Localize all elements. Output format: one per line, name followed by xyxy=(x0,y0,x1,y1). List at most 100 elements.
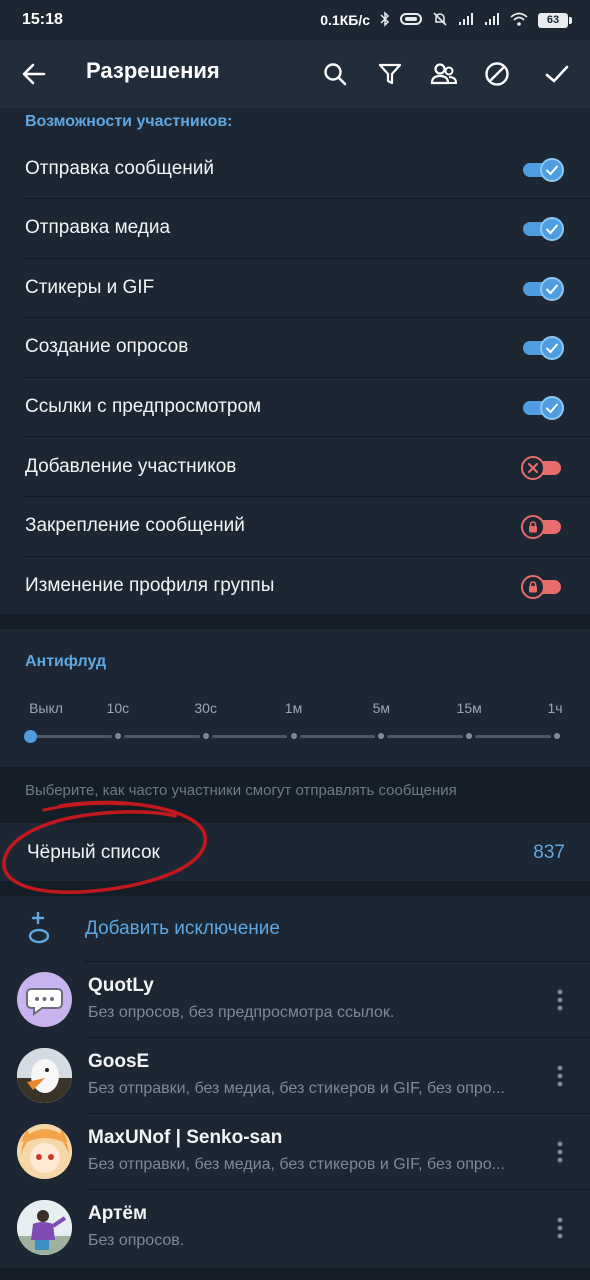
user-restrictions: Без отправки, без медиа, без стикеров и … xyxy=(88,1156,505,1173)
blacklist-label: Чёрный список xyxy=(27,842,160,863)
user-restrictions: Без отправки, без медиа, без стикеров и … xyxy=(88,1080,505,1097)
permission-label: Добавление участников xyxy=(25,455,237,477)
exception-user-row[interactable]: MaxUNof | Senko-san Без отправки, без ме… xyxy=(0,1114,590,1190)
permission-row[interactable]: Отправка медиа xyxy=(0,199,590,259)
user-name: GoosE xyxy=(88,1051,150,1072)
user-name: QuotLy xyxy=(88,975,154,996)
permission-toggle[interactable] xyxy=(521,275,565,303)
slider-tick[interactable] xyxy=(554,733,560,739)
permission-toggle[interactable] xyxy=(521,334,565,362)
permission-label: Изменение профиля группы xyxy=(25,574,275,596)
user-name: MaxUNof | Senko-san xyxy=(88,1127,283,1148)
back-arrow-icon[interactable] xyxy=(20,60,48,88)
permission-toggle[interactable] xyxy=(521,394,565,422)
exception-user-row[interactable]: Артём Без опросов. xyxy=(0,1190,590,1266)
permission-label: Отправка сообщений xyxy=(25,157,215,179)
slider-segment xyxy=(36,735,112,738)
exception-user-row[interactable]: GoosE Без отправки, без медиа, без стике… xyxy=(0,1038,590,1114)
vpn-icon xyxy=(400,12,422,29)
status-bar: 15:18 0.1КБ/с 63 xyxy=(0,0,590,40)
signal-icon-2 xyxy=(484,12,500,29)
avatar xyxy=(17,972,72,1027)
slider-option-label[interactable]: Выкл xyxy=(29,700,63,716)
permission-label: Создание опросов xyxy=(25,336,189,358)
more-options-icon[interactable] xyxy=(550,1214,570,1242)
slider-segment xyxy=(123,735,200,738)
avatar xyxy=(17,1048,72,1103)
antiflood-hint: Выберите, как часто участники смогут отп… xyxy=(25,782,457,799)
permission-toggle[interactable] xyxy=(521,513,565,541)
add-exception-label: Добавить исключение xyxy=(85,918,280,939)
bluetooth-icon xyxy=(380,10,390,30)
anime-avatar-image xyxy=(17,1124,72,1179)
permission-label: Закрепление сообщений xyxy=(25,515,245,537)
permission-row[interactable]: Добавление участников xyxy=(0,438,590,498)
checkmark-icon xyxy=(540,217,564,242)
exceptions-section: Добавить исключение QuotLy Без опросов, … xyxy=(0,896,590,1268)
user-restrictions: Без опросов. xyxy=(88,1232,185,1249)
quote-bubble-icon xyxy=(26,988,63,1016)
status-icons: 0.1КБ/с 63 xyxy=(320,10,572,30)
add-exception-button[interactable]: Добавить исключение xyxy=(0,896,590,962)
app-bar: Разрешения xyxy=(0,40,590,108)
slider-segment xyxy=(475,735,551,738)
avatar xyxy=(17,1200,72,1255)
blacklist-row[interactable]: Чёрный список 837 xyxy=(0,823,590,881)
status-time: 15:18 xyxy=(22,11,63,28)
permission-row[interactable]: Создание опросов xyxy=(0,318,590,378)
signal-icon-1 xyxy=(458,12,474,29)
more-options-icon[interactable] xyxy=(550,986,570,1014)
slider-tick[interactable] xyxy=(202,733,209,739)
blacklist-count: 837 xyxy=(533,842,565,863)
checkmark-icon xyxy=(540,395,564,420)
goose-avatar-image xyxy=(17,1048,72,1103)
permission-row[interactable]: Закрепление сообщений xyxy=(0,497,590,557)
permission-label: Стикеры и GIF xyxy=(25,276,155,298)
add-user-icon xyxy=(28,912,50,944)
slider-option-label[interactable]: 5м xyxy=(373,700,390,716)
permission-toggle[interactable] xyxy=(521,573,565,601)
slider-thumb[interactable] xyxy=(23,730,37,743)
permission-row[interactable]: Стикеры и GIF xyxy=(0,259,590,319)
permission-label: Ссылки с предпросмотром xyxy=(25,395,262,417)
avatar xyxy=(17,1124,72,1179)
lock-icon xyxy=(521,515,545,540)
checkmark-icon xyxy=(540,276,564,301)
photo-avatar-image xyxy=(17,1200,72,1255)
users-icon[interactable] xyxy=(429,60,459,88)
slider-tick[interactable] xyxy=(114,733,121,739)
slider-option-label[interactable]: 15м xyxy=(457,700,482,716)
more-options-icon[interactable] xyxy=(550,1062,570,1090)
permission-row[interactable]: Отправка сообщений xyxy=(0,140,590,200)
slider-option-label[interactable]: 1м xyxy=(285,700,302,716)
wifi-icon xyxy=(510,12,528,29)
filter-icon[interactable] xyxy=(376,60,404,88)
more-options-icon[interactable] xyxy=(550,1138,570,1166)
permission-row[interactable]: Изменение профиля группы xyxy=(0,557,590,617)
exception-user-row[interactable]: QuotLy Без опросов, без предпросмотра сс… xyxy=(0,962,590,1038)
slider-segment xyxy=(387,735,464,738)
checkmark-icon xyxy=(540,336,564,361)
check-icon[interactable] xyxy=(543,60,571,88)
permissions-header: Возможности участников: xyxy=(25,113,233,130)
muted-bell-icon xyxy=(432,11,448,30)
permission-toggle[interactable] xyxy=(521,454,565,482)
slider-segment xyxy=(211,735,288,738)
permission-row[interactable]: Ссылки с предпросмотром xyxy=(0,378,590,438)
block-icon[interactable] xyxy=(483,60,511,88)
slider-option-label[interactable]: 1ч xyxy=(547,700,562,716)
antiflood-header: Антифлуд xyxy=(25,653,107,670)
page-title: Разрешения xyxy=(86,58,220,83)
lock-icon xyxy=(521,574,545,599)
antiflood-section: Антифлуд xyxy=(0,629,590,767)
checkmark-icon xyxy=(540,157,564,182)
cross-icon xyxy=(521,455,545,480)
slider-option-label[interactable]: 10с xyxy=(107,700,130,716)
search-icon[interactable] xyxy=(321,60,349,88)
slider-tick[interactable] xyxy=(290,733,297,739)
slider-segment xyxy=(299,735,376,738)
permission-toggle[interactable] xyxy=(521,156,565,184)
user-restrictions: Без опросов, без предпросмотра ссылок. xyxy=(88,1004,395,1021)
permission-toggle[interactable] xyxy=(521,215,565,243)
slider-option-label[interactable]: 30с xyxy=(194,700,217,716)
